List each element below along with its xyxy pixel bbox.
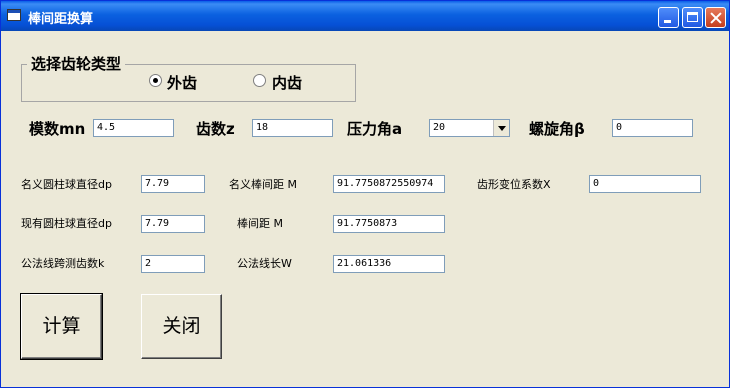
- chevron-down-icon[interactable]: [493, 120, 509, 136]
- module-input[interactable]: 4.5: [93, 119, 174, 137]
- main-window: 棒间距换算 选择齿轮类型 外齿 内齿 模数mn 4.5 齿数z 18 压力角a …: [0, 0, 730, 388]
- minimize-icon[interactable]: [658, 7, 679, 28]
- module-label: 模数mn: [29, 120, 86, 138]
- nominal-dist-label: 名义棒间距 M: [229, 178, 297, 191]
- maximize-icon[interactable]: [682, 7, 703, 28]
- span-length-label: 公法线长W: [237, 257, 292, 270]
- calculate-button[interactable]: 计算: [20, 293, 103, 360]
- teeth-input[interactable]: 18: [252, 119, 333, 137]
- dist-label: 棒间距 M: [237, 217, 283, 230]
- span-length-input[interactable]: 21.061336: [333, 255, 445, 273]
- calculate-button-label: 计算: [42, 315, 81, 337]
- close-button[interactable]: 关闭: [141, 294, 222, 359]
- actual-ball-label: 现有圆柱球直径dp: [21, 217, 112, 230]
- window-title: 棒间距换算: [28, 12, 94, 27]
- nominal-dist-input[interactable]: 91.7750872550974: [333, 175, 445, 193]
- helix-angle-input[interactable]: 0: [612, 119, 693, 137]
- external-gear-label[interactable]: 外齿: [167, 72, 197, 93]
- close-button-label: 关闭: [162, 315, 201, 337]
- helix-angle-label: 螺旋角β: [529, 120, 585, 138]
- app-icon: [7, 9, 21, 21]
- span-teeth-input[interactable]: 2: [141, 255, 205, 273]
- span-teeth-label: 公法线跨测齿数k: [21, 257, 105, 270]
- internal-gear-label[interactable]: 内齿: [272, 72, 302, 93]
- shift-coef-label: 齿形变位系数X: [477, 178, 551, 191]
- pressure-angle-select[interactable]: 20: [429, 119, 510, 137]
- teeth-label: 齿数z: [196, 120, 235, 138]
- gear-type-group-label: 选择齿轮类型: [27, 53, 126, 74]
- internal-gear-radio[interactable]: [253, 74, 266, 87]
- close-icon[interactable]: [705, 7, 726, 28]
- pressure-angle-label: 压力角a: [347, 120, 403, 138]
- nominal-ball-label: 名义圆柱球直径dp: [21, 178, 112, 191]
- pressure-angle-value: 20: [433, 122, 446, 133]
- dist-input[interactable]: 91.7750873: [333, 215, 445, 233]
- title-bar[interactable]: 棒间距换算: [1, 1, 729, 31]
- shift-coef-input[interactable]: 0: [589, 175, 701, 193]
- nominal-ball-input[interactable]: 7.79: [141, 175, 205, 193]
- actual-ball-input[interactable]: 7.79: [141, 215, 205, 233]
- external-gear-radio[interactable]: [149, 74, 162, 87]
